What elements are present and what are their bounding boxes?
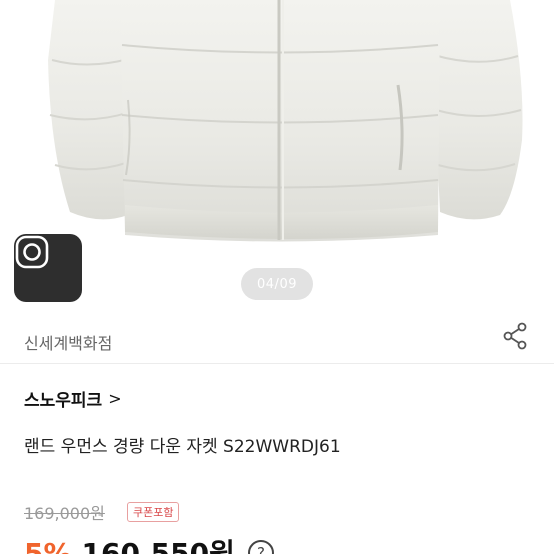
- share-icon: [502, 322, 528, 354]
- price-row: 5% 160,550원: [24, 532, 235, 554]
- coupon-badge: 쿠폰포함: [127, 502, 180, 522]
- original-price: 169,000원: [24, 504, 105, 523]
- question-circle-icon[interactable]: ?: [248, 540, 274, 554]
- discount-rate: 5%: [24, 537, 72, 554]
- product-image[interactable]: 04/09: [0, 0, 554, 310]
- lens-search-button[interactable]: [14, 234, 82, 302]
- brand-link[interactable]: 스노우피크 >: [24, 386, 122, 411]
- share-button[interactable]: [500, 322, 530, 354]
- chevron-right-icon: >: [108, 389, 122, 408]
- image-counter: 04/09: [241, 268, 313, 300]
- product-title: 랜드 우먼스 경량 다운 자켓 S22WWRDJ61: [24, 437, 341, 457]
- store-row: 신세계백화점: [0, 314, 554, 364]
- jacket-illustration: [48, 0, 523, 242]
- brand-name: 스노우피크: [24, 391, 103, 411]
- store-name: 신세계백화점: [24, 334, 113, 353]
- sale-price: 160,550원: [81, 537, 235, 554]
